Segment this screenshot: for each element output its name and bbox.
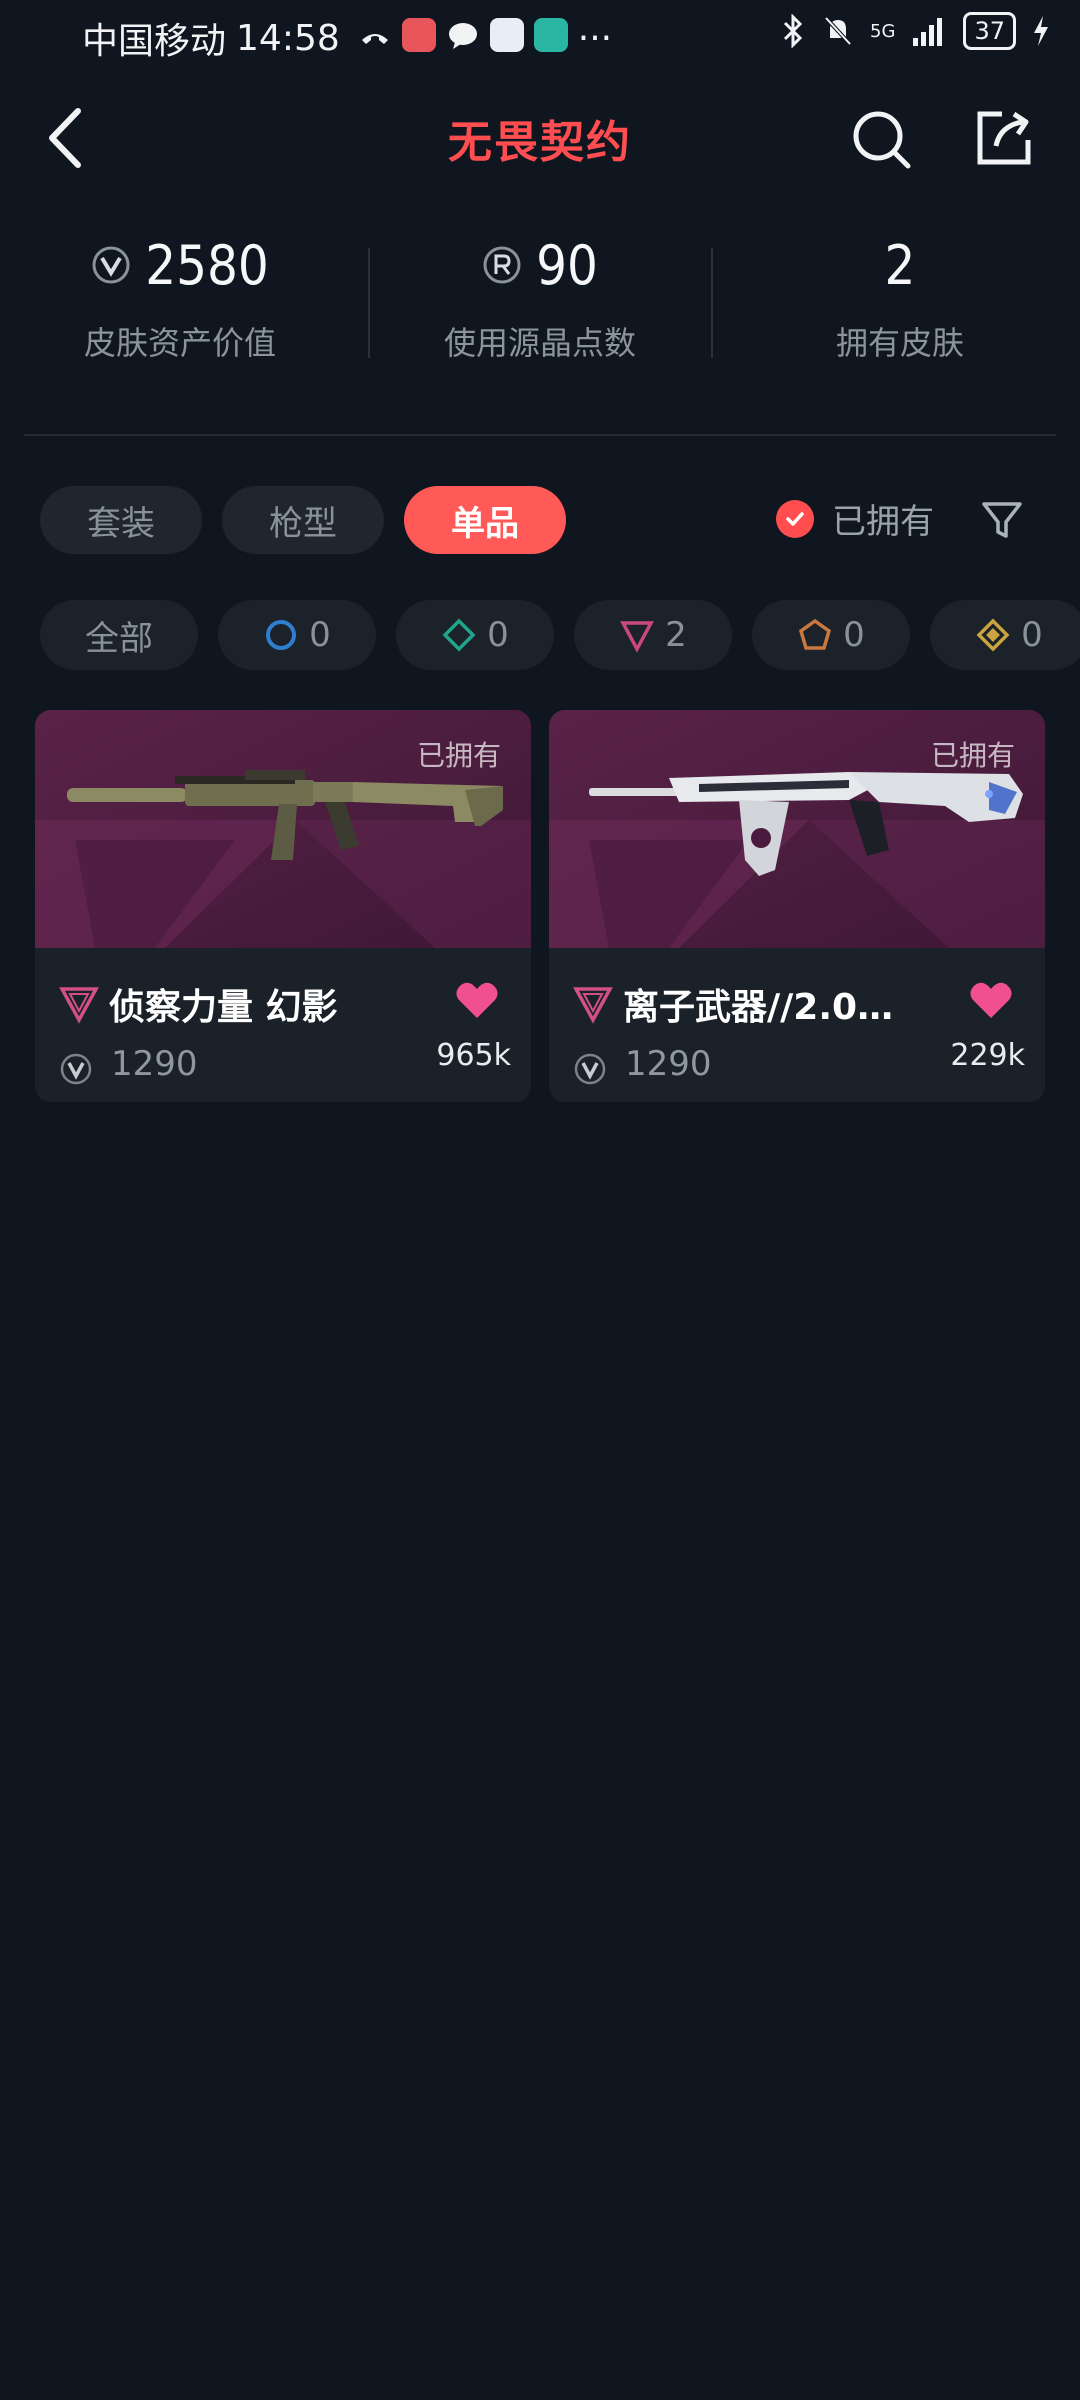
brand-logo: 无畏契约 <box>448 117 632 168</box>
chip-label: 全部 <box>85 618 153 659</box>
chip-all[interactable]: 全部 <box>40 600 198 670</box>
filter-icon <box>982 502 1022 538</box>
skin-price: 1290 <box>625 1044 712 1084</box>
skin-price: 1290 <box>111 1044 198 1084</box>
category-tabs: 套装 枪型 单品 <box>40 486 566 554</box>
stat-owned-skins: 2 拥有皮肤 <box>720 230 1080 400</box>
stat-label: 拥有皮肤 <box>835 324 964 362</box>
status-bar: 中国移动 14:58 ··· 5G 37 <box>0 0 1080 72</box>
stat-value: 90 <box>536 233 598 297</box>
more-notifications-icon: ··· <box>577 17 613 59</box>
like-count: 229k <box>950 1038 1025 1073</box>
chip-deluxe-tier[interactable]: 0 <box>396 600 554 670</box>
stat-value: 2580 <box>145 233 269 297</box>
huawei-app-icon <box>401 17 436 52</box>
back-arrow-icon <box>49 108 81 168</box>
vp-coin-icon <box>574 1053 606 1085</box>
skin-info: 离子武器//2.0… 1290 229k <box>549 948 1045 1102</box>
like-count: 965k <box>436 1038 511 1073</box>
chip-label: 0 <box>487 615 509 655</box>
divider <box>368 248 370 358</box>
chip-select-tier[interactable]: 0 <box>218 600 376 670</box>
skin-card[interactable]: 已拥有 离子武器//2.0… 1290 229k <box>549 710 1045 1102</box>
battery-level: 37 <box>974 17 1005 45</box>
chip-label: 0 <box>1021 615 1043 655</box>
stat-label: 皮肤资产价值 <box>83 324 276 362</box>
signal-icon <box>913 18 943 46</box>
premium-tier-icon <box>573 987 613 1024</box>
deluxe-tier-icon <box>442 618 476 652</box>
owned-filter-toggle[interactable]: 已拥有 <box>776 494 934 543</box>
chip-label: 2 <box>665 615 687 655</box>
skin-info: 侦察力量 幻影 1290 965k <box>35 948 531 1102</box>
select-tier-icon <box>266 620 297 650</box>
stat-value: 2 <box>884 233 916 297</box>
search-icon <box>853 111 911 169</box>
stat-label: 使用源晶点数 <box>443 324 636 362</box>
battery-indicator: 37 <box>963 12 1016 50</box>
heart-icon[interactable] <box>455 980 499 1020</box>
missed-call-icon <box>361 33 388 44</box>
divider <box>711 248 713 358</box>
carrier-name: 中国移动 <box>82 21 227 62</box>
chip-ultra-tier[interactable]: 0 <box>930 600 1080 670</box>
radianite-icon <box>483 246 521 284</box>
boss-app-icon <box>533 17 568 52</box>
mute-bell-icon <box>824 16 852 46</box>
skin-image: 已拥有 <box>549 710 1045 948</box>
checkbox-checked-icon[interactable] <box>776 499 814 538</box>
rarity-filter-chips: 全部 0 0 2 0 0 <box>40 600 1080 672</box>
notification-icons: ··· <box>358 17 613 59</box>
chip-label: 0 <box>843 615 865 655</box>
filter-button[interactable] <box>978 496 1026 544</box>
skin-image: 已拥有 <box>35 710 531 948</box>
tab-weapon-type[interactable]: 枪型 <box>222 486 384 554</box>
bluetooth-icon <box>783 14 803 48</box>
chip-label: 0 <box>309 615 331 655</box>
skin-name: 离子武器//2.0… <box>623 987 894 1028</box>
tab-single-items[interactable]: 单品 <box>404 486 566 554</box>
heart-icon[interactable] <box>969 980 1013 1020</box>
charging-icon <box>1034 16 1048 46</box>
share-button[interactable] <box>972 106 1036 170</box>
chip-exclusive-tier[interactable]: 0 <box>752 600 910 670</box>
stat-skin-value: 2580 皮肤资产价值 <box>0 230 360 400</box>
tab-bundles[interactable]: 套装 <box>40 486 202 554</box>
network-type: 5G <box>870 20 896 42</box>
chip-premium-tier[interactable]: 2 <box>574 600 732 670</box>
status-right: 5G 37 <box>780 12 1050 50</box>
back-button[interactable] <box>40 103 100 173</box>
clock: 14:58 <box>236 17 340 59</box>
top-bar: 无畏契约 <box>0 88 1080 188</box>
stat-radianite: 90 使用源晶点数 <box>360 230 720 400</box>
skin-name: 侦察力量 幻影 <box>109 987 338 1028</box>
premium-tier-icon <box>620 621 655 653</box>
share-icon <box>977 111 1031 165</box>
skin-card[interactable]: 已拥有 侦察力量 幻影 1290 965k <box>35 710 531 1102</box>
chat-bubble-icon <box>448 22 477 49</box>
ultra-tier-icon <box>976 618 1010 652</box>
exclusive-tier-icon <box>799 618 832 650</box>
asset-stats: 2580 皮肤资产价值 90 使用源晶点数 2 拥有皮肤 <box>0 230 1080 400</box>
vp-coin-icon <box>92 246 130 284</box>
owned-tag: 已拥有 <box>416 739 501 772</box>
owned-filter-label: 已拥有 <box>832 502 934 542</box>
baidu-app-icon <box>489 17 524 52</box>
owned-tag: 已拥有 <box>930 739 1015 772</box>
status-left: 中国移动 14:58 ··· <box>82 12 612 64</box>
search-button[interactable] <box>850 108 914 172</box>
premium-tier-icon <box>59 987 99 1024</box>
divider <box>24 434 1056 436</box>
vp-coin-icon <box>60 1053 92 1085</box>
